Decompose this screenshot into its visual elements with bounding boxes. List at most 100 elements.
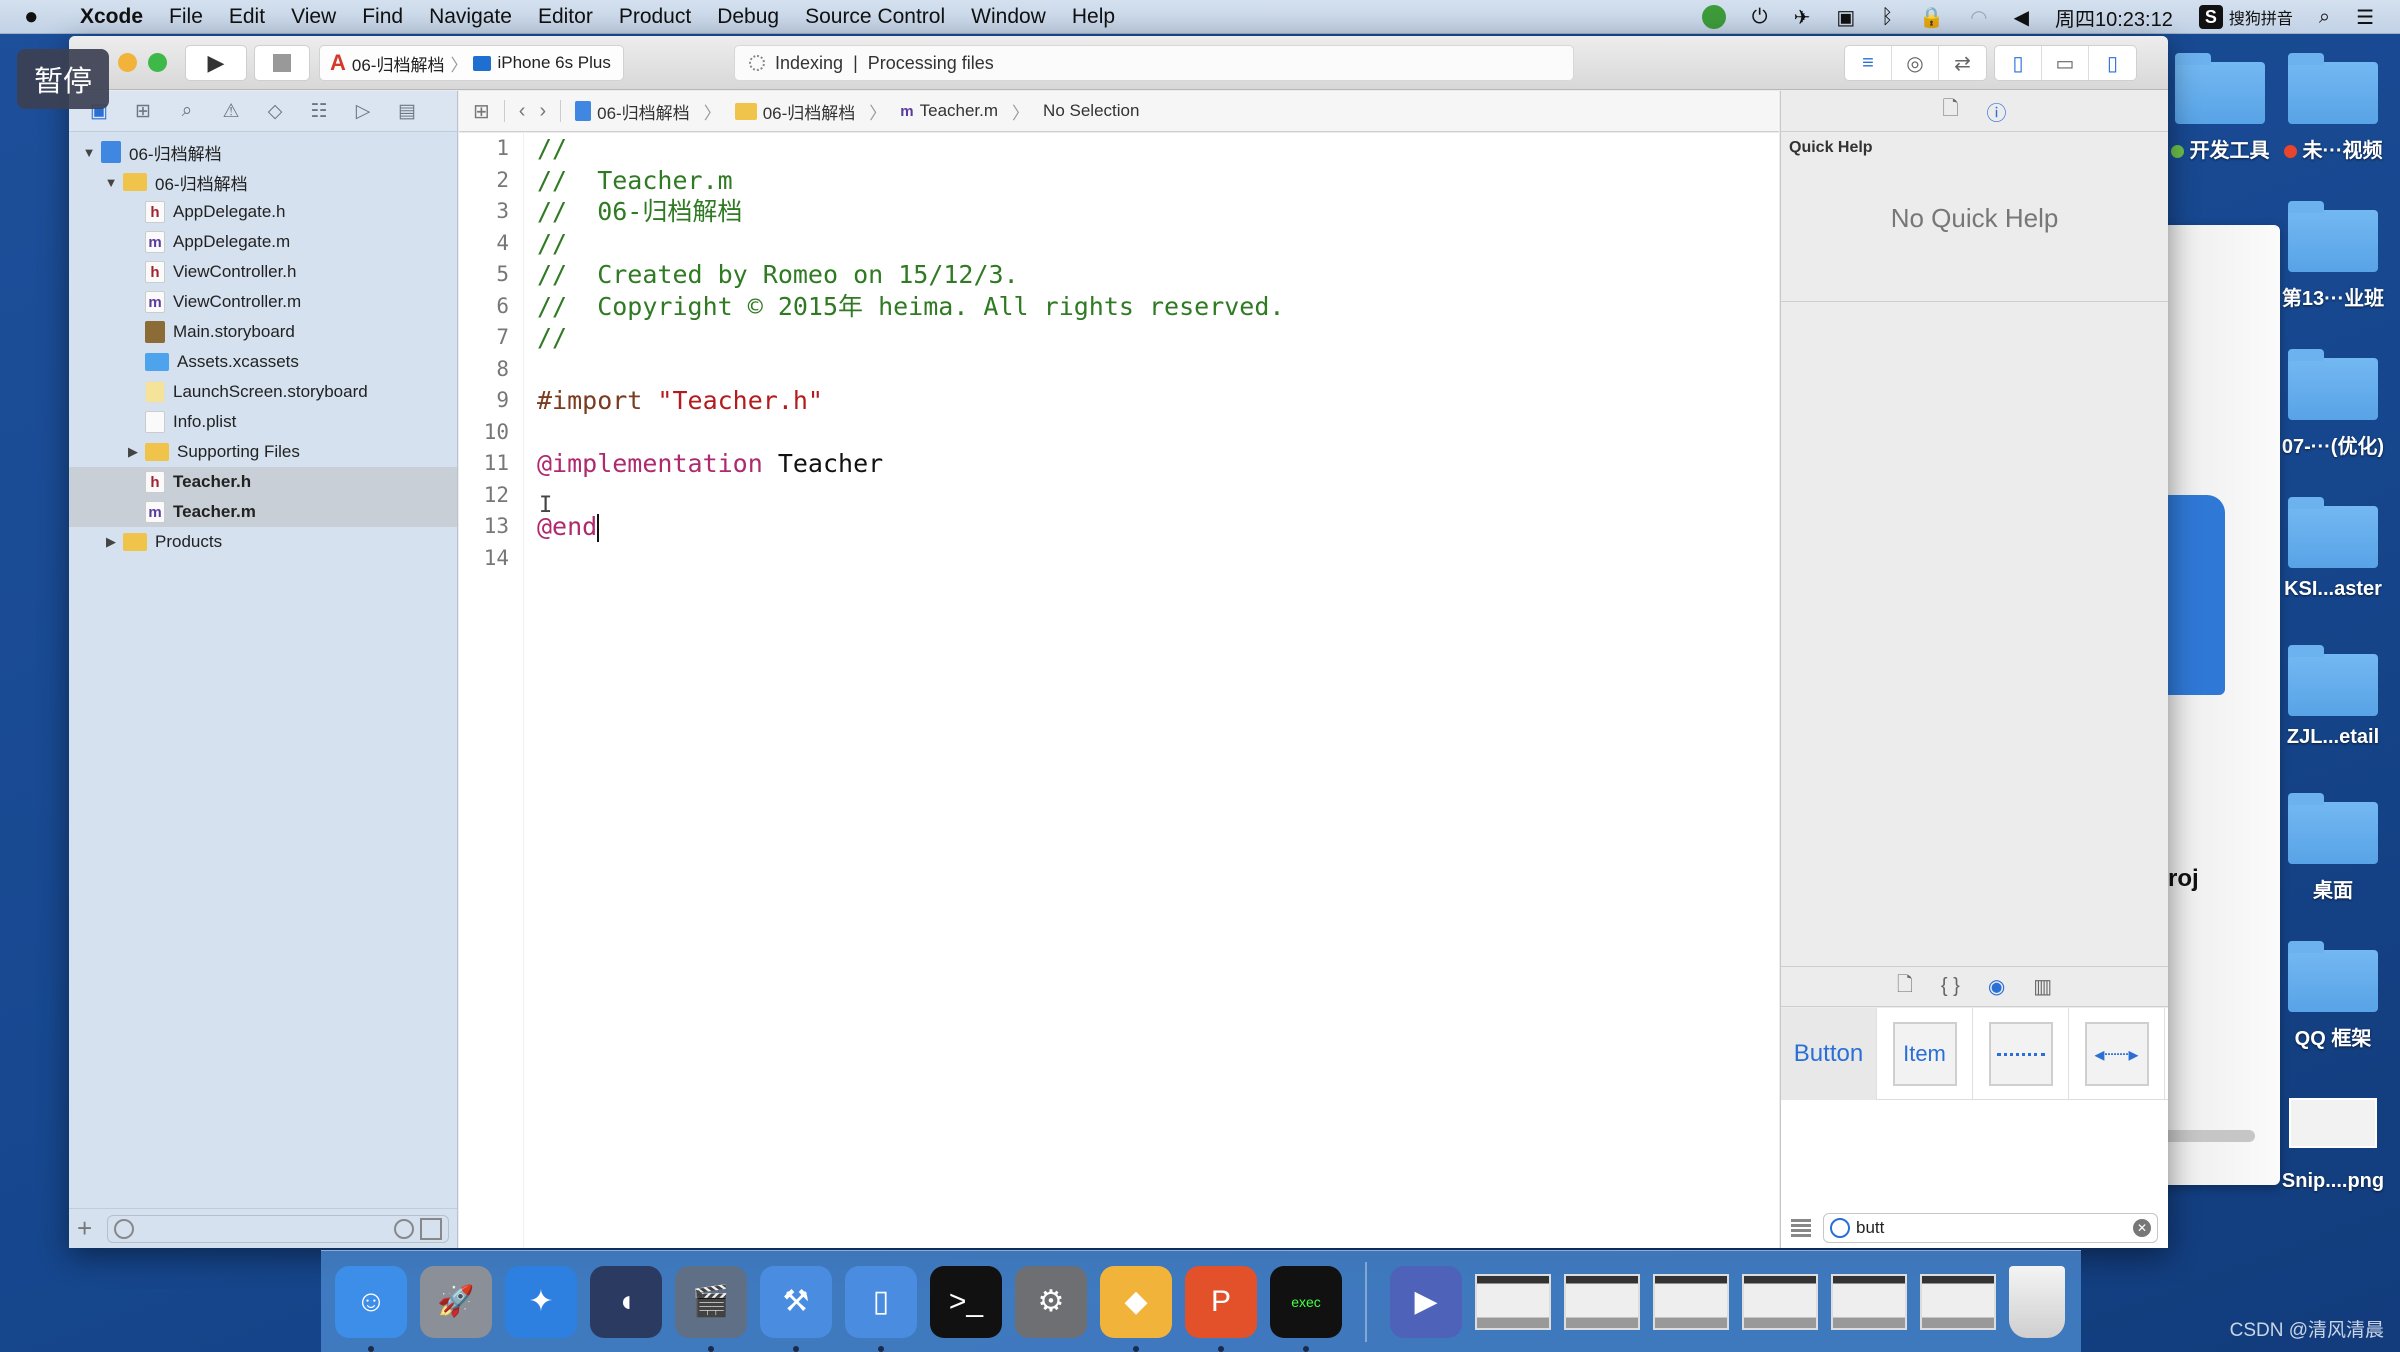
add-file-button[interactable]: + — [77, 1213, 97, 1244]
related-items-icon[interactable]: ⊞ — [473, 99, 490, 124]
code-line[interactable]: // — [537, 133, 1284, 165]
breadcrumb-file[interactable]: m Teacher.m — [900, 101, 998, 121]
spotlight-search-icon[interactable]: ⌕ — [2319, 6, 2330, 29]
disclosure-expanded-icon[interactable]: ▼ — [103, 175, 119, 190]
tree-item[interactable]: m ViewController.m — [69, 287, 457, 317]
code-line[interactable] — [537, 480, 1284, 512]
tree-item[interactable]: h AppDelegate.h — [69, 197, 457, 227]
toggle-navigator-button[interactable]: ▯ — [1995, 46, 2042, 80]
code-line[interactable] — [537, 417, 1284, 449]
desktop-folder[interactable]: KSI...aster — [2268, 497, 2398, 601]
tree-item[interactable]: ▶ Supporting Files — [69, 437, 457, 467]
library-item-button[interactable]: Button — [1781, 1008, 1877, 1100]
video-pause-badge[interactable]: 暂停 — [17, 49, 109, 109]
desktop-folder[interactable]: ZJL...etail — [2268, 645, 2398, 749]
breakpoint-navigator-tab-icon[interactable]: ▷ — [351, 99, 375, 123]
media-library-tab-icon[interactable]: ▥ — [2033, 974, 2052, 999]
wifi-icon[interactable]: ◠ — [1970, 5, 1987, 30]
breadcrumb-symbol[interactable]: No Selection — [1043, 101, 1139, 121]
minimized-window-thumbnail[interactable] — [1475, 1273, 1551, 1330]
back-arrow-icon[interactable]: ‹ — [519, 100, 526, 123]
dock-app-video-maker[interactable]: 🎬 — [675, 1265, 747, 1352]
menu-help[interactable]: Help — [1072, 5, 1115, 29]
menu-product[interactable]: Product — [619, 5, 691, 29]
file-template-library-tab-icon[interactable]: 🗋 — [1897, 970, 1913, 1004]
desktop-folder[interactable]: 开发工具 — [2155, 53, 2285, 163]
tree-item[interactable]: LaunchScreen.storyboard — [69, 377, 457, 407]
tree-item[interactable]: Main.storyboard — [69, 317, 457, 347]
code-line[interactable]: // 06-归档解档 — [537, 196, 1284, 228]
menu-debug[interactable]: Debug — [717, 5, 779, 29]
power-icon[interactable]: ⏻ — [1752, 6, 1768, 29]
dock-app-mouse-utility[interactable]: ◖ — [590, 1265, 662, 1338]
tree-item[interactable]: ▶ Products — [69, 527, 457, 557]
dock-app-system-preferences[interactable]: ⚙ — [1015, 1265, 1087, 1338]
recent-files-icon[interactable] — [394, 1218, 414, 1239]
menu-navigate[interactable]: Navigate — [429, 5, 512, 29]
code-line[interactable]: #import "Teacher.h" — [537, 385, 1284, 417]
source-editor[interactable]: 1 2 3 4 5 6 7 8 9 10 11 12 13 14 //// Teacher.m// 06-… — [459, 133, 1779, 1248]
screen-recorder-icon[interactable] — [1701, 5, 1726, 29]
input-method-menu[interactable]: S 搜狗拼音 — [2198, 5, 2293, 29]
menu-clock[interactable]: 周四10:23:12 — [2055, 3, 2173, 32]
menu-find[interactable]: Find — [362, 5, 403, 29]
list-view-icon[interactable] — [1791, 1219, 1811, 1237]
tree-item[interactable]: h ViewController.h — [69, 257, 457, 287]
tree-item[interactable]: ▼ 06-归档解档 — [69, 167, 457, 197]
dock-app-launchpad[interactable]: 🚀 — [420, 1265, 492, 1338]
run-button[interactable]: ▶ — [185, 45, 247, 81]
navigator-filter-input[interactable] — [107, 1214, 449, 1243]
code-snippet-library-tab-icon[interactable]: { } — [1941, 975, 1960, 998]
assistant-editor-button[interactable]: ◎ — [1892, 46, 1939, 80]
version-editor-button[interactable]: ⇄ — [1939, 46, 1986, 80]
desktop-folder[interactable]: 未···视频 — [2268, 53, 2398, 163]
dock-app-simulator[interactable]: ▯ — [845, 1265, 917, 1352]
code-line[interactable] — [537, 543, 1284, 575]
camera-icon[interactable]: ▣ — [1836, 5, 1855, 30]
volume-icon[interactable]: ◀ — [2014, 5, 2029, 30]
disclosure-expanded-icon[interactable]: ▼ — [81, 145, 97, 160]
desktop-folder[interactable]: 桌面 — [2268, 793, 2398, 903]
scheme-selector[interactable]: A 06-归档解档 〉 iPhone 6s Plus — [319, 45, 624, 81]
scm-status-icon[interactable] — [420, 1217, 442, 1240]
desktop-folder[interactable]: QQ 框架 — [2268, 941, 2398, 1051]
menu-edit[interactable]: Edit — [229, 5, 265, 29]
report-navigator-tab-icon[interactable]: ▤ — [395, 99, 419, 123]
menu-app-name[interactable]: Xcode — [80, 5, 143, 29]
code-line[interactable]: @implementation Teacher — [537, 448, 1284, 480]
object-library-tab-icon[interactable]: ◉ — [1988, 974, 2005, 999]
dock-media-player[interactable]: ▶ — [1390, 1265, 1462, 1338]
library-item-bar-item[interactable]: Item — [1877, 1008, 1973, 1100]
menu-view[interactable]: View — [291, 5, 336, 29]
code-line[interactable]: // Teacher.m — [537, 165, 1284, 197]
library-item-flexible-space[interactable]: ◂┈┈▸ — [2069, 1008, 2165, 1100]
desktop-folder[interactable]: 07-···(优化) — [2268, 349, 2398, 459]
standard-editor-button[interactable]: ≡ — [1845, 46, 1892, 80]
minimized-window-thumbnail[interactable] — [1742, 1273, 1818, 1330]
disclosure-collapsed-icon[interactable]: ▶ — [125, 444, 141, 460]
dock-app-safari[interactable]: ✦ — [505, 1265, 577, 1338]
menu-window[interactable]: Window — [971, 5, 1046, 29]
tree-item[interactable]: ▼ 06-归档解档 — [69, 137, 457, 167]
menu-file[interactable]: File — [169, 5, 203, 29]
tree-item[interactable]: m AppDelegate.m — [69, 227, 457, 257]
code-line[interactable]: // Created by Romeo on 15/12/3. — [537, 259, 1284, 291]
minimized-window-thumbnail[interactable] — [1564, 1273, 1640, 1330]
file-inspector-tab-icon[interactable]: 🗋 — [1942, 94, 1958, 128]
dock-app-console[interactable]: exec — [1270, 1265, 1342, 1352]
code-line[interactable]: // — [537, 228, 1284, 260]
code-line[interactable]: // — [537, 322, 1284, 354]
airplane-icon[interactable]: ✈ — [1794, 5, 1811, 30]
library-item-fixed-space[interactable] — [1973, 1008, 2069, 1100]
code-line[interactable]: @end — [537, 511, 1284, 543]
disclosure-collapsed-icon[interactable]: ▶ — [103, 534, 119, 550]
breadcrumb-project[interactable]: 06-归档解档 — [575, 99, 690, 124]
tree-item[interactable]: m Teacher.m — [69, 497, 457, 527]
breadcrumb-group[interactable]: 06-归档解档 — [734, 99, 855, 124]
menu-editor[interactable]: Editor — [538, 5, 593, 29]
minimize-button[interactable] — [118, 53, 137, 72]
bluetooth-icon[interactable]: ᛒ — [1881, 6, 1893, 29]
dock-app-sketch[interactable]: ◆ — [1100, 1265, 1172, 1352]
lock-icon[interactable]: 🔒 — [1919, 5, 1944, 30]
code-area[interactable]: //// Teacher.m// 06-归档解档//// Created by … — [537, 133, 1284, 574]
